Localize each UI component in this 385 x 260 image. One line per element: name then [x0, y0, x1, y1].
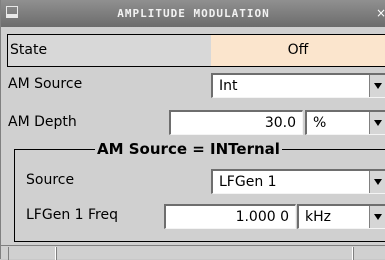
am-source-label: AM Source — [8, 76, 83, 92]
lfgen-freq-value: 1.000 0 — [235, 209, 289, 225]
am-source-dropdown[interactable]: Int — [211, 73, 385, 98]
chevron-down-icon[interactable] — [369, 171, 385, 193]
lfgen-freq-unit: kHz — [305, 209, 331, 225]
state-row[interactable]: State Off — [7, 34, 385, 67]
state-label: State — [10, 42, 48, 58]
am-source-value: Int — [219, 78, 238, 94]
am-depth-unit-dropdown[interactable]: % — [305, 110, 385, 135]
state-toggle[interactable]: Off — [211, 35, 385, 66]
am-depth-input[interactable]: 30.0 — [169, 110, 303, 135]
title-bar[interactable]: AMPLITUDE MODULATION × — [1, 0, 385, 27]
window-title: AMPLITUDE MODULATION — [117, 7, 270, 20]
group-title: AM Source = INTernal — [95, 140, 282, 158]
source-dropdown[interactable]: LFGen 1 — [211, 169, 385, 194]
am-depth-value: 30.0 — [264, 115, 296, 131]
chevron-down-icon[interactable] — [369, 75, 385, 97]
lfgen-freq-label: LFGen 1 Freq — [26, 207, 118, 223]
bottom-button-3[interactable] — [353, 247, 385, 260]
lfgen-freq-input[interactable]: 1.000 0 — [164, 204, 296, 229]
am-depth-unit: % — [313, 115, 327, 131]
am-dialog: AMPLITUDE MODULATION × State Off AM Sour… — [0, 0, 385, 260]
am-depth-label: AM Depth — [8, 114, 77, 130]
bottom-button-2[interactable] — [56, 247, 353, 260]
lfgen-freq-unit-dropdown[interactable]: kHz — [297, 204, 385, 229]
chevron-down-icon[interactable] — [369, 206, 385, 228]
close-button[interactable]: × — [372, 6, 385, 20]
chevron-down-icon[interactable] — [369, 112, 385, 134]
bottom-button-bar — [1, 245, 385, 260]
source-value: LFGen 1 — [219, 174, 277, 190]
source-label: Source — [26, 172, 75, 188]
bottom-button-1[interactable] — [8, 247, 56, 260]
